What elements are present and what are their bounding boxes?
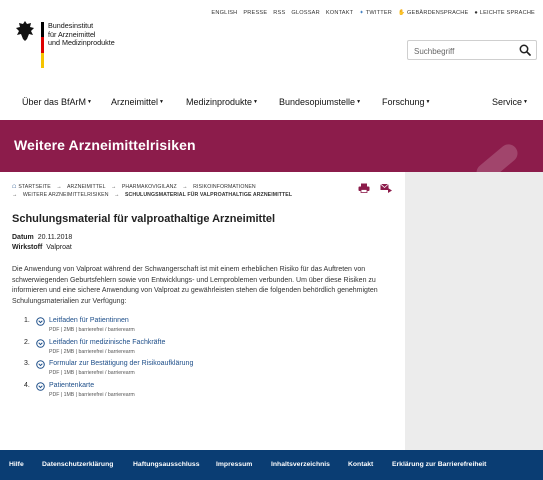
link-glossar[interactable]: GLOSSAR [291, 10, 319, 16]
pill-icon [476, 144, 518, 172]
nav-label: Über das BfArM [22, 97, 87, 107]
list-item: 3. Formular zur Bestätigung der Risikoau… [24, 359, 324, 381]
bfarm-logo[interactable]: Bundesinstitut für Arzneimittel und Medi… [14, 18, 134, 68]
list-item: 1. Leitfaden für Patientinnen PDF | 2MB … [24, 316, 324, 338]
caret-down-icon: ▼ [425, 99, 431, 105]
caret-down-icon: ▼ [356, 99, 362, 105]
page-banner: Weitere Arzneimittelrisiken [0, 120, 543, 172]
nav-item-forschung[interactable]: Forschung▼ [382, 97, 430, 107]
list-number: 1. [24, 317, 30, 324]
caret-down-icon: ▼ [523, 99, 528, 105]
arrow-right-icon: → [12, 192, 18, 198]
arrow-right-icon: → [114, 192, 120, 198]
list-number: 2. [24, 338, 30, 346]
footer-link-impressum[interactable]: Impressum [216, 461, 252, 468]
leichte-sprache-label: LEICHTE SPRACHE [479, 10, 535, 16]
breadcrumb-item-risikoinformationen[interactable]: RISIKOINFORMATIONEN [193, 184, 256, 190]
nav-label: Arzneimittel [111, 97, 159, 107]
org-line: und Medizinprodukte [48, 38, 115, 48]
list-number: 4. [24, 381, 30, 389]
download-link-patientinnen[interactable]: Leitfaden für Patientinnen [49, 317, 129, 324]
federal-eagle-icon [16, 21, 34, 41]
chevron-down-circle-icon [36, 360, 45, 369]
caret-down-icon: ▼ [87, 99, 92, 105]
nav-item-arzneimittel[interactable]: Arzneimittel▼ [111, 97, 164, 107]
document-meta: Datum 20.11.2018 Wirkstoff Valproat [12, 233, 72, 253]
list-item: 2. Leitfaden für medizinische Fachkräfte… [24, 338, 324, 360]
nav-item-service[interactable]: Service▼ [492, 97, 528, 107]
footer-link-inhaltsverzeichnis[interactable]: Inhaltsverzeichnis [271, 461, 330, 468]
nav-item-ueber-das-bfarm[interactable]: Über das BfArM▼ [22, 97, 92, 107]
chevron-down-circle-icon [36, 338, 45, 348]
search-input[interactable] [408, 42, 514, 61]
list-number: 3. [24, 360, 30, 367]
file-info: PDF | 1MB | barrierefrei / barrierearm [49, 370, 135, 376]
hands-icon: ✋ [398, 10, 407, 16]
print-icon[interactable] [358, 183, 370, 193]
gebaerdensprache-label: GEBÄRDENSPRACHE [406, 10, 469, 16]
breadcrumb-item-arzneimittel[interactable]: ARZNEIMITTEL [67, 184, 105, 190]
download-link-patientenkarte[interactable]: Patientenkarte [49, 382, 94, 389]
home-icon: ☖ [12, 184, 17, 190]
nav-label: Service [492, 97, 523, 107]
breadcrumb-item-weitere-arzneimittelrisiken[interactable]: WEITERE ARZNEIMITTELRISIKEN [23, 192, 109, 198]
date-row: Datum 20.11.2018 [12, 233, 72, 243]
footer-link-hilfe[interactable]: Hilfe [9, 461, 24, 468]
chevron-down-circle-icon [36, 317, 45, 326]
document-title: Schulungsmaterial für valproathaltige Ar… [12, 213, 276, 225]
intro-text: Die Anwendung von Valproat während der S… [12, 266, 378, 305]
flag-bar [41, 22, 44, 68]
file-info: PDF | 2MB | barrierefrei / barrierearm [49, 327, 135, 333]
nav-label: Medizinprodukte [186, 97, 253, 107]
breadcrumb-item-pharmakovigilanz[interactable]: PHARMAKOVIGILANZ [122, 184, 177, 190]
substance-value: Valproat [46, 244, 72, 251]
file-info: PDF | 1MB | barrierefrei / barrierearm [49, 391, 135, 398]
link-presse[interactable]: PRESSE [243, 10, 267, 16]
arrow-right-icon: → [56, 184, 62, 190]
sidebar [405, 172, 543, 450]
nav-label: Bundesopiumstelle [279, 97, 356, 107]
org-name: Bundesinstitut für Arzneimittel und Medi… [48, 21, 158, 48]
footer-link-haftungsausschluss[interactable]: Haftungsausschluss [133, 461, 199, 468]
search-icon[interactable] [519, 44, 531, 56]
twitter-label: TWITTER [365, 10, 393, 16]
link-gebaerdensprache[interactable]: ✋ GEBÄRDENSPRACHE [398, 10, 468, 16]
breadcrumb: ☖ STARTSEITE → ARZNEIMITTEL → PHARMAKOVI… [12, 183, 302, 199]
footer: Hilfe Datenschutzerklärung Haftungsaussc… [0, 450, 543, 480]
nav-label: Forschung [382, 97, 425, 107]
utility-links: ENGLISH PRESSE RSS GLOSSAR KONTAKT ✦ TWI… [211, 10, 535, 16]
date-label: Datum [12, 234, 34, 241]
arrow-right-icon: → [182, 184, 188, 190]
main-nav: Über das BfArM▼ Arzneimittel▼ Medizinpro… [22, 97, 530, 109]
caret-down-icon: ▼ [253, 99, 258, 105]
link-rss[interactable]: RSS [273, 10, 285, 16]
substance-label: Wirkstoff [12, 244, 43, 251]
breadcrumb-current: SCHULUNGSMATERIAL FÜR VALPROATHALTIGE AR… [124, 192, 293, 198]
date-value: 20.11.2018 [37, 234, 73, 241]
substance-row: Wirkstoff Valproat [12, 243, 72, 253]
search-box [407, 40, 537, 61]
page-title: Weitere Arzneimittelrisiken [14, 137, 196, 153]
list-item: 4. Patientenkarte PDF | 1MB | barrierefr… [24, 381, 324, 403]
link-twitter[interactable]: ✦ TWITTER [359, 10, 392, 16]
footer-link-kontakt[interactable]: Kontakt [348, 461, 373, 468]
download-link-fachkraefte[interactable]: Leitfaden für medizinische Fachkräfte [49, 339, 165, 346]
breadcrumb-item-startseite[interactable]: STARTSEITE [18, 184, 51, 190]
link-kontakt[interactable]: KONTAKT [326, 10, 353, 16]
page: Bundesinstitut für Arzneimittel und Medi… [0, 0, 543, 480]
footer-link-datenschutz[interactable]: Datenschutzerklärung [42, 461, 113, 468]
chevron-down-circle-icon [36, 381, 45, 391]
share-mail-icon[interactable] [380, 183, 392, 193]
file-info: PDF | 2MB | barrierefrei / barrierearm [49, 348, 135, 355]
nav-item-bundesopiumstelle[interactable]: Bundesopiumstelle▼ [279, 97, 361, 107]
download-link-formular[interactable]: Formular zur Bestätigung der Risikoaufkl… [49, 360, 193, 367]
link-leichte-sprache[interactable]: ● LEICHTE SPRACHE [474, 10, 535, 16]
link-english[interactable]: ENGLISH [211, 10, 237, 16]
download-list: 1. Leitfaden für Patientinnen PDF | 2MB … [24, 316, 324, 402]
caret-down-icon: ▼ [159, 99, 164, 105]
page-tools [358, 183, 392, 193]
arrow-right-icon: → [110, 184, 117, 190]
footer-link-barrierefreiheit[interactable]: Erklärung zur Barrierefreiheit [392, 461, 486, 468]
nav-item-medizinprodukte[interactable]: Medizinprodukte▼ [186, 97, 258, 107]
